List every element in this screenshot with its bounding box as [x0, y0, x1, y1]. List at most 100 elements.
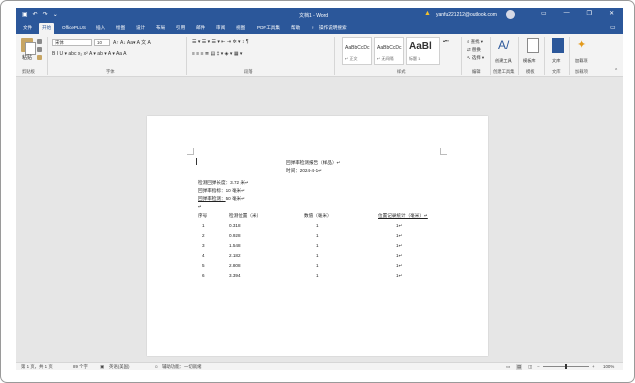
tab-pdf-tools[interactable]: PDF工具集: [257, 25, 280, 31]
zoom-in-icon[interactable]: +: [592, 364, 595, 369]
restore-icon[interactable]: ❐: [587, 10, 592, 17]
table-cell[interactable]: 0.928: [229, 233, 241, 238]
tab-review[interactable]: 审阅: [216, 25, 225, 31]
table-cell[interactable]: 5: [202, 263, 205, 268]
table-cell[interactable]: 1↵: [396, 253, 402, 259]
zoom-slider-thumb[interactable]: [565, 364, 567, 369]
tab-help[interactable]: 帮助: [291, 25, 300, 31]
table-cell[interactable]: 1: [202, 223, 205, 228]
paste-label[interactable]: 粘贴: [22, 54, 32, 61]
template-icon[interactable]: [527, 38, 539, 53]
tab-mailings[interactable]: 邮件: [196, 25, 205, 31]
library-label[interactable]: 文库: [552, 58, 560, 64]
table-cell[interactable]: 1↵: [396, 263, 402, 269]
style-no-spacing[interactable]: AaBbCcDc ↵ 无间隔: [374, 37, 404, 65]
collapse-ribbon-icon[interactable]: ⌃: [614, 68, 618, 74]
doc-field[interactable]: 回弹率检测：50 毫米↵: [198, 196, 245, 202]
table-cell[interactable]: 3: [202, 243, 205, 248]
table-cell[interactable]: 1: [316, 273, 319, 278]
account-email[interactable]: yanfu221212@outlook.com: [436, 12, 497, 18]
tab-officeplus[interactable]: OfficePLUS: [62, 25, 86, 30]
replace-button[interactable]: ⇄ 替换: [467, 47, 481, 53]
doc-field[interactable]: 回弹率指标：10 毫米↵: [198, 188, 245, 194]
table-cell[interactable]: 1.548: [229, 243, 241, 248]
font-format-row[interactable]: B I U ▾ abc x₂ x² A ▾ ab ▾ A ▾ Aa A: [52, 51, 127, 57]
ribbon-options-icon[interactable]: ▭: [541, 10, 547, 17]
tab-view[interactable]: 视图: [236, 25, 245, 31]
proofing-icon[interactable]: ▣: [100, 364, 104, 370]
table-cell[interactable]: 2.182: [229, 253, 241, 258]
style-name: 标题 1: [409, 56, 421, 61]
font-size-select[interactable]: 10: [94, 39, 110, 46]
table-cell[interactable]: 1↵: [396, 223, 402, 229]
styles-scroll-icon[interactable]: ▴▾▿: [443, 38, 449, 43]
copy-icon[interactable]: [37, 47, 42, 52]
accessibility-status[interactable]: 辅助功能：一切就绪: [162, 364, 202, 370]
tab-insert[interactable]: 插入: [96, 25, 105, 31]
close-icon[interactable]: ✕: [609, 10, 614, 17]
minimize-icon[interactable]: —: [564, 10, 570, 17]
tab-references[interactable]: 引用: [176, 25, 185, 31]
table-cell[interactable]: 1: [316, 243, 319, 248]
font-name-select[interactable]: 宋体: [52, 39, 92, 46]
table-cell[interactable]: 1↵: [396, 233, 402, 239]
warning-icon[interactable]: ▲: [424, 10, 431, 17]
avatar[interactable]: [506, 10, 515, 19]
web-layout-icon[interactable]: ◫: [528, 364, 532, 370]
style-normal[interactable]: AaBbCcDc ↵ 正文: [342, 37, 372, 65]
tab-layout[interactable]: 布局: [156, 25, 165, 31]
style-heading-1[interactable]: AaBl 标题 1: [406, 37, 440, 65]
table-cell[interactable]: 1: [316, 223, 319, 228]
focus-mode-icon[interactable]: ▭: [506, 364, 510, 370]
table-cell[interactable]: 1↵: [396, 273, 402, 279]
table-cell[interactable]: 6: [202, 273, 205, 278]
table-cell[interactable]: 1↵: [396, 243, 402, 249]
table-cell[interactable]: 3.394: [229, 273, 241, 278]
table-cell[interactable]: 2.808: [229, 263, 241, 268]
table-cell[interactable]: 1: [316, 233, 319, 238]
table-cell[interactable]: 2: [202, 233, 205, 238]
paragraph-row-top[interactable]: ☰ ▾ ☰ ▾ ☰ ▾ ⇤ ⇥ ✲ ▾ ↕ ¶: [192, 39, 249, 45]
zoom-level[interactable]: 100%: [603, 364, 614, 369]
tab-design[interactable]: 设计: [136, 25, 145, 31]
doc-field[interactable]: 检测回弹长度：3.72 米↵: [198, 180, 249, 186]
find-button[interactable]: ⌕ 查找 ▾: [467, 39, 483, 45]
doc-time[interactable]: 时间：2024-4-1↵: [286, 168, 322, 174]
page-count[interactable]: 第 1 页，共 1 页: [21, 364, 53, 370]
word-count[interactable]: 89 个字: [73, 364, 88, 370]
table-header-index[interactable]: 序号: [198, 213, 207, 219]
paragraph-row-bottom[interactable]: ≡ ≡ ≡ ≣ ▤ ‡ ▾ ◈ ▾ ▦ ▾: [192, 51, 242, 57]
zoom-out-icon[interactable]: −: [537, 364, 540, 369]
paste-icon[interactable]: [21, 38, 36, 55]
table-cell[interactable]: 4: [202, 253, 205, 258]
addin-label[interactable]: 加载项: [575, 58, 588, 64]
cut-icon[interactable]: [37, 39, 42, 44]
doc-title[interactable]: 回弹率检测报告（样品）↵: [286, 160, 340, 166]
font-tools-row[interactable]: A↑ A↓ Aa▾ A 文 A: [113, 39, 151, 46]
table-cell[interactable]: 0.318: [229, 223, 241, 228]
library-icon[interactable]: [552, 38, 564, 53]
table-header-stat[interactable]: 位置记录统计（毫米）↵: [378, 213, 428, 219]
tab-home[interactable]: 开始: [39, 23, 55, 34]
table-header-value[interactable]: 数值（毫米）: [304, 213, 332, 219]
signature-icon[interactable]: A/: [498, 38, 510, 53]
undo-icon[interactable]: ↶: [33, 11, 38, 19]
save-icon[interactable]: ▣: [22, 11, 28, 19]
table-cell[interactable]: 1: [316, 263, 319, 268]
tell-me-search[interactable]: 操作说明搜索: [319, 25, 347, 31]
tab-file[interactable]: 文件: [23, 25, 32, 31]
print-layout-icon[interactable]: ▤: [516, 364, 523, 370]
tab-draw[interactable]: 绘图: [116, 25, 125, 31]
format-painter-icon[interactable]: [37, 55, 42, 60]
blank-paragraph[interactable]: ↵: [198, 204, 202, 210]
table-cell[interactable]: 1: [316, 253, 319, 258]
redo-icon[interactable]: ↷: [43, 11, 48, 19]
addin-icon[interactable]: ✦: [577, 38, 589, 53]
customize-icon[interactable]: ⌄: [53, 11, 58, 19]
select-button[interactable]: ↖ 选择 ▾: [467, 55, 484, 61]
template-label[interactable]: 模板库: [523, 58, 536, 64]
comment-icon[interactable]: ▭: [610, 24, 616, 31]
language[interactable]: 英语(美国): [109, 364, 130, 370]
table-header-position[interactable]: 检测位置（米）: [229, 213, 261, 219]
create-tool-label[interactable]: 创建工具: [495, 58, 512, 64]
